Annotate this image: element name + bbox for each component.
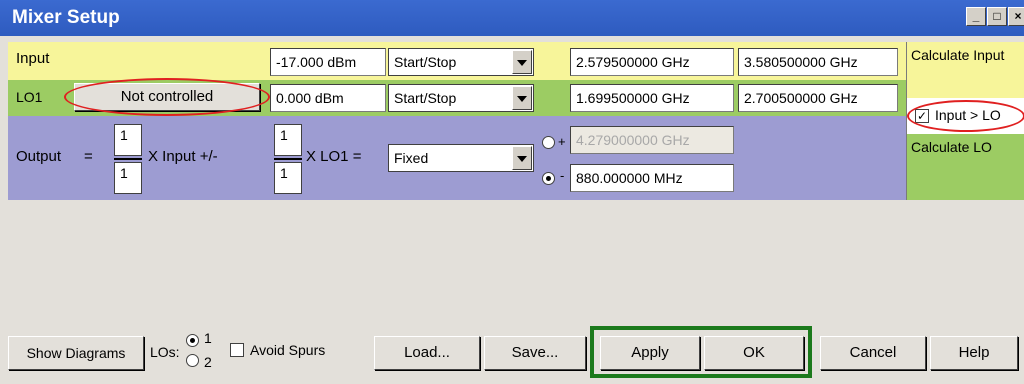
lo1-mode-value: Start/Stop xyxy=(394,90,457,106)
input-multiplier-numerator[interactable]: 1 xyxy=(114,124,142,156)
fraction-bar xyxy=(274,158,302,160)
avoid-spurs-label: Avoid Spurs xyxy=(250,342,326,358)
save-button[interactable]: Save... xyxy=(484,336,586,370)
lo1-label: LO1 xyxy=(16,89,43,105)
close-icon[interactable]: × xyxy=(1008,7,1024,26)
ok-button[interactable]: OK xyxy=(704,336,804,370)
times-input-label: X Input +/- xyxy=(148,148,218,165)
lo1-power-field[interactable]: 0.000 dBm xyxy=(270,84,386,112)
window-title: Mixer Setup xyxy=(12,7,120,28)
lo-option-2-label: 2 xyxy=(204,354,212,370)
output-equals: = xyxy=(84,148,93,165)
maximize-icon[interactable]: □ xyxy=(987,7,1007,26)
lo1-mode-select[interactable]: Start/Stop xyxy=(388,84,534,112)
lo1-row: LO1 Not controlled 0.000 dBm Start/Stop … xyxy=(8,78,906,116)
lo-multiplier-denominator[interactable]: 1 xyxy=(274,162,302,194)
output-row: Output = 1 1 X Input +/- 1 1 X LO1 = Fix… xyxy=(8,116,906,200)
mixer-setup-window: Mixer Setup _ □ × Input -17.000 dBm Star… xyxy=(0,0,1024,384)
output-mode-select[interactable]: Fixed xyxy=(388,144,534,172)
lo1-stop-field[interactable]: 2.700500000 GHz xyxy=(738,84,898,112)
minus-radio[interactable] xyxy=(542,172,555,185)
chevron-down-icon[interactable] xyxy=(512,86,532,110)
minus-frequency-field[interactable]: 880.000000 MHz xyxy=(570,164,734,192)
lo-option-1-radio[interactable] xyxy=(186,334,199,347)
chevron-down-icon[interactable] xyxy=(512,50,532,74)
calculate-input-button[interactable]: Calculate Input xyxy=(906,42,1024,98)
input-power-field[interactable]: -17.000 dBm xyxy=(270,48,386,76)
cancel-button[interactable]: Cancel xyxy=(820,336,926,370)
plus-frequency-field: 4.279000000 GHz xyxy=(570,126,734,154)
lo-option-1-label: 1 xyxy=(204,330,212,346)
input-stop-field[interactable]: 3.580500000 GHz xyxy=(738,48,898,76)
input-row: Input -17.000 dBm Start/Stop 2.579500000… xyxy=(8,42,906,80)
times-lo-label: X LO1 = xyxy=(306,148,362,165)
calculate-input-label: Calculate Input xyxy=(911,47,1005,63)
minimize-icon[interactable]: _ xyxy=(966,7,986,26)
input-mode-value: Start/Stop xyxy=(394,54,457,70)
input-multiplier-denominator[interactable]: 1 xyxy=(114,162,142,194)
input-gt-lo-panel: ✓ Input > LO xyxy=(906,98,1024,134)
show-diagrams-button[interactable]: Show Diagrams xyxy=(8,336,144,370)
output-label: Output xyxy=(16,148,62,165)
avoid-spurs-checkbox[interactable] xyxy=(230,343,244,357)
fraction-bar xyxy=(114,158,142,160)
apply-button[interactable]: Apply xyxy=(600,336,700,370)
load-button[interactable]: Load... xyxy=(374,336,480,370)
help-button[interactable]: Help xyxy=(930,336,1018,370)
input-start-field[interactable]: 2.579500000 GHz xyxy=(570,48,734,76)
lo1-start-field[interactable]: 1.699500000 GHz xyxy=(570,84,734,112)
lo-multiplier-numerator[interactable]: 1 xyxy=(274,124,302,156)
highlight-oval xyxy=(64,78,270,116)
minus-sign: - xyxy=(560,168,565,183)
input-mode-select[interactable]: Start/Stop xyxy=(388,48,534,76)
highlight-oval xyxy=(907,100,1024,132)
calculate-lo-button[interactable]: Calculate LO xyxy=(906,134,1024,200)
plus-sign: + xyxy=(558,134,566,149)
output-mode-value: Fixed xyxy=(394,150,429,166)
chevron-down-icon[interactable] xyxy=(512,146,532,170)
lo-option-2-radio[interactable] xyxy=(186,354,199,367)
title-bar[interactable]: Mixer Setup _ □ × xyxy=(0,0,1024,36)
calculate-lo-label: Calculate LO xyxy=(911,139,992,155)
plus-radio[interactable] xyxy=(542,136,555,149)
los-label: LOs: xyxy=(150,344,180,360)
input-label: Input xyxy=(16,50,50,67)
